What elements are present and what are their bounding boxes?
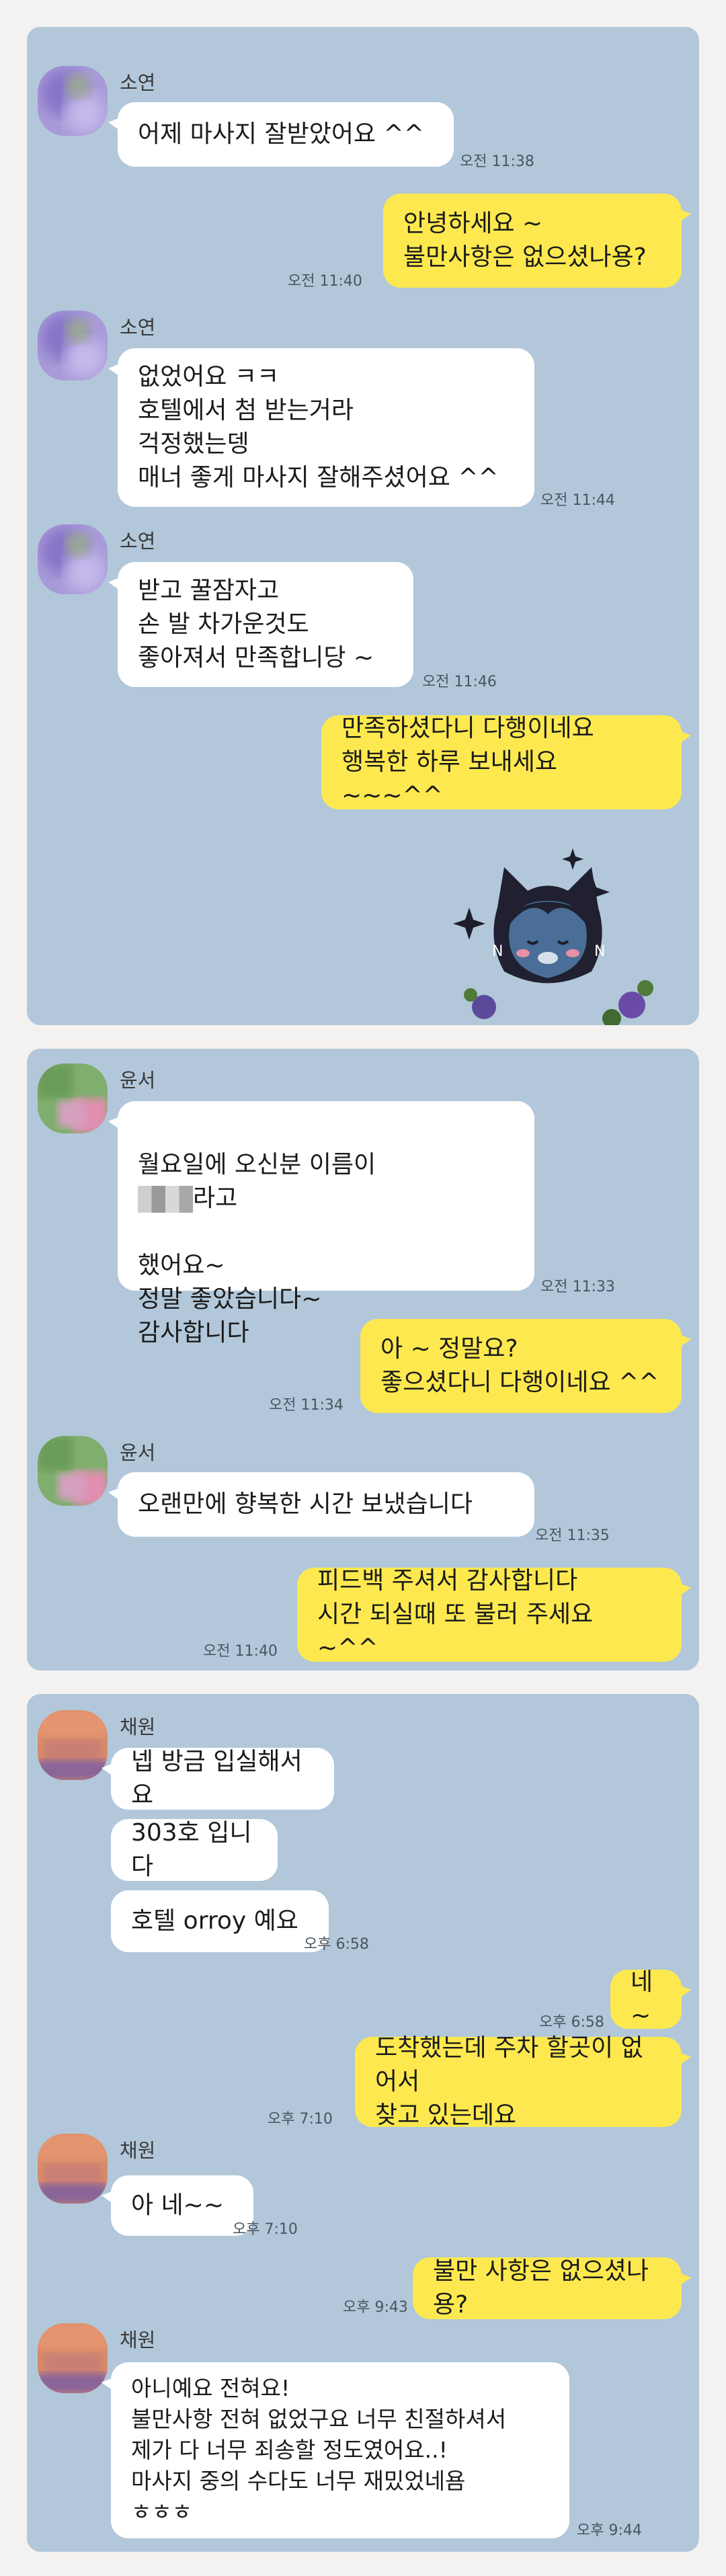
svg-text:N: N bbox=[492, 943, 503, 960]
outgoing-message[interactable]: 만족하셨다니 다행이네요 행복한 하루 보내세요 ~~~^^ bbox=[321, 715, 691, 809]
incoming-message[interactable]: 넵 방금 입실해서요 bbox=[102, 1748, 334, 1810]
message-time: 오전 11:33 bbox=[540, 1279, 615, 1295]
incoming-message[interactable]: 받고 꿀잠자고 손 발 차가운것도 좋아져서 만족합니당 ~ bbox=[108, 562, 413, 687]
avatar-chaewon[interactable] bbox=[38, 2323, 108, 2393]
sender-name: 소연 bbox=[120, 316, 156, 339]
chat-panel-chaewon: 채원 넵 방금 입실해서요 303호 입니다 호텔 orroy 예요 오후 6:… bbox=[27, 1694, 699, 2552]
message-time: 오전 11:40 bbox=[288, 273, 362, 290]
avatar-chaewon[interactable] bbox=[38, 1710, 108, 1780]
sender-name: 소연 bbox=[120, 530, 156, 553]
incoming-message[interactable]: 아니예요 전혀요! 불만사항 전혀 없었구요 너무 친절하셔서 제가 다 너무 … bbox=[102, 2362, 569, 2538]
message-time: 오후 6:58 bbox=[304, 1936, 369, 1953]
incoming-message[interactable]: 어제 마사지 잘받았어요 ^^ bbox=[108, 102, 454, 167]
sender-name: 채원 bbox=[120, 2139, 156, 2162]
avatar-yunseo[interactable] bbox=[38, 1063, 108, 1133]
incoming-message[interactable]: 오랜만에 향복한 시간 보냈습니다 bbox=[108, 1472, 534, 1537]
sender-name: 채원 bbox=[120, 2329, 156, 2351]
outgoing-message[interactable]: 아 ~ 정말요? 좋으셨다니 다행이네요 ^^ bbox=[360, 1319, 691, 1413]
outgoing-message[interactable]: 불만 사항은 없으셨나용? bbox=[413, 2257, 691, 2319]
message-time: 오후 9:43 bbox=[343, 2299, 408, 2316]
message-time: 오후 7:10 bbox=[268, 2111, 333, 2128]
outgoing-message[interactable]: 피드백 주셔서 감사합니다 시간 되실때 또 불러 주세요 ~^^ bbox=[297, 1567, 691, 1662]
message-time: 오전 11:46 bbox=[422, 674, 497, 690]
avatar-soyeon[interactable] bbox=[38, 66, 108, 136]
sticker-image[interactable]: N N bbox=[430, 834, 686, 1025]
incoming-message[interactable]: 월요일에 오신분 이름이 라고 했어요~ 정말 좋았습니다~ 감사합니다 bbox=[108, 1101, 534, 1346]
avatar-soyeon[interactable] bbox=[38, 524, 108, 594]
sender-name: 채원 bbox=[120, 1716, 156, 1738]
message-text: 라고 bbox=[193, 1184, 238, 1212]
svg-text:N: N bbox=[594, 943, 605, 960]
sender-name: 윤서 bbox=[120, 1069, 156, 1092]
avatar-yunseo[interactable] bbox=[38, 1436, 108, 1506]
message-time: 오후 6:58 bbox=[539, 2014, 604, 2031]
avatar-chaewon[interactable] bbox=[38, 2134, 108, 2204]
avatar-soyeon[interactable] bbox=[38, 311, 108, 380]
incoming-message[interactable]: 없었어요 ㅋㅋ 호텔에서 첨 받는거라 걱정했는뎅 매너 좋게 마사지 잘해주셨… bbox=[108, 348, 534, 507]
chat-panel-soyeon: 소연 어제 마사지 잘받았어요 ^^ 오전 11:38 안녕하세요 ~ 불만사항… bbox=[27, 27, 699, 1025]
sender-name: 윤서 bbox=[120, 1441, 156, 1464]
incoming-message[interactable]: 호텔 orroy 예요 bbox=[111, 1890, 329, 1952]
message-time: 오전 11:44 bbox=[540, 492, 615, 509]
message-time: 오전 11:34 bbox=[269, 1397, 344, 1414]
message-time: 오전 11:35 bbox=[535, 1527, 610, 1544]
outgoing-message[interactable]: 안녕하세요 ~ 불만사항은 없으셨나용? bbox=[383, 194, 691, 288]
blurred-name-mosaic bbox=[138, 1186, 193, 1213]
outgoing-message[interactable]: 도착했는데 주차 할곳이 없어서 찾고 있는데요 bbox=[355, 2034, 691, 2129]
incoming-message[interactable]: 303호 입니다 bbox=[111, 1819, 278, 1881]
chat-panel-yunseo: 윤서 월요일에 오신분 이름이 라고 했어요~ 정말 좋았습니다~ 감사합니다 … bbox=[27, 1049, 699, 1671]
message-time: 오후 9:44 bbox=[577, 2522, 642, 2539]
message-time: 오전 11:38 bbox=[460, 153, 534, 170]
message-time: 오전 11:40 bbox=[203, 1643, 278, 1660]
sender-name: 소연 bbox=[120, 71, 156, 94]
message-time: 오후 7:10 bbox=[233, 2221, 298, 2238]
message-text: 했어요~ 정말 좋았습니다~ 감사합니다 bbox=[138, 1252, 322, 1346]
message-text: 월요일에 오신분 이름이 bbox=[138, 1151, 376, 1178]
outgoing-message[interactable]: 네 ~ bbox=[610, 1968, 691, 2029]
